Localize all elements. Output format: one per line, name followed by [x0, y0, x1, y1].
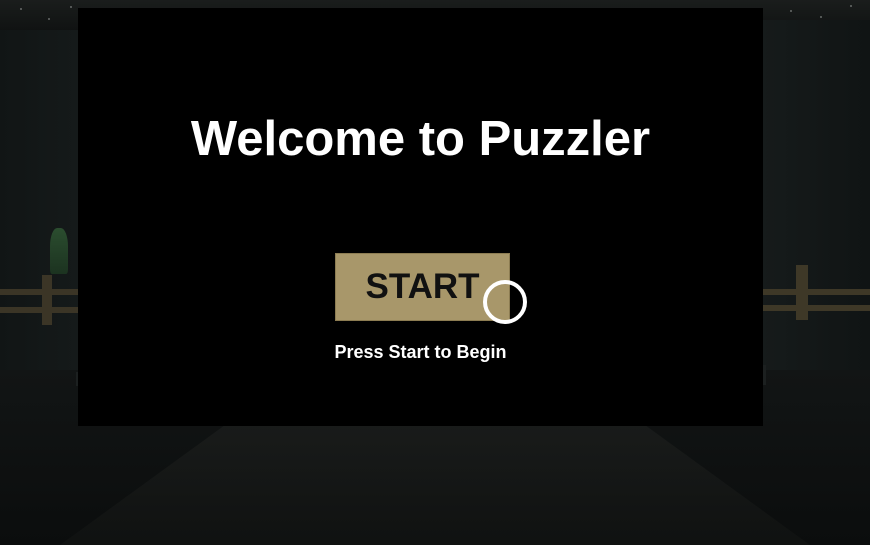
start-menu-panel: Welcome to Puzzler START Press Start to … [78, 8, 763, 426]
star [70, 6, 72, 8]
panel-shading [78, 8, 763, 426]
fence-post [42, 275, 52, 325]
fence-rail [750, 305, 870, 311]
start-button[interactable]: START [335, 253, 510, 321]
game-scene: Welcome to Puzzler START Press Start to … [0, 0, 870, 545]
fence-rail [750, 289, 870, 295]
star [820, 16, 822, 18]
star [20, 8, 22, 10]
plant-decoration [50, 228, 68, 274]
right-fence [750, 265, 870, 320]
star [48, 18, 50, 20]
menu-subtitle: Press Start to Begin [334, 342, 507, 362]
fence-post [796, 265, 808, 320]
menu-title: Welcome to Puzzler [190, 112, 651, 166]
star [790, 10, 792, 12]
star [850, 5, 852, 7]
